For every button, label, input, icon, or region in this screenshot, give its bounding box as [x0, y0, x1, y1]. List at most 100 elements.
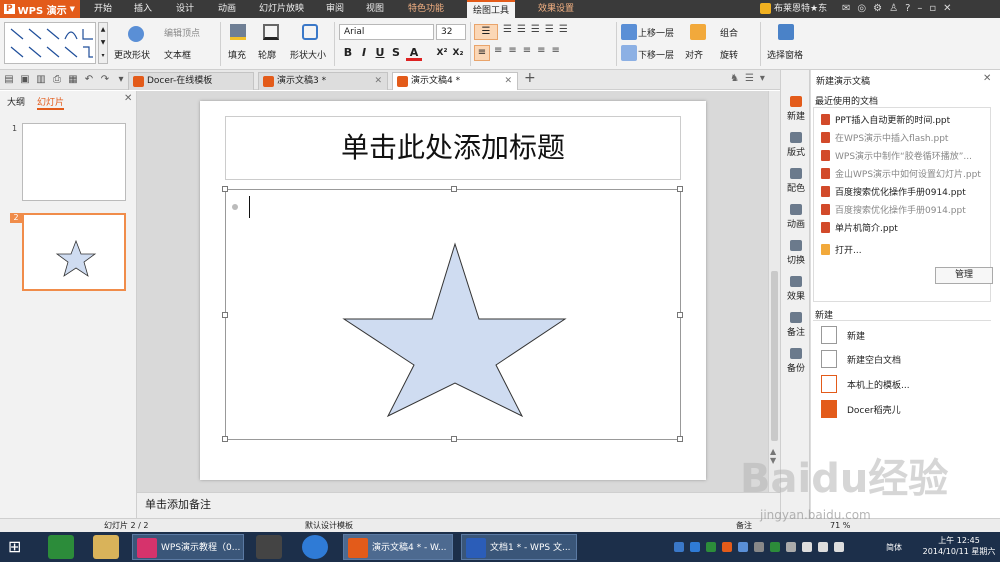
kugou-icon[interactable]	[302, 535, 328, 559]
bold-button[interactable]: B	[340, 45, 356, 61]
more-icon[interactable]: ▾	[114, 73, 128, 87]
tray-icon[interactable]	[722, 542, 732, 552]
doc-tab-presentation3[interactable]: 演示文稿3 * ✕	[258, 72, 388, 90]
skin-icon[interactable]: ◎	[857, 3, 873, 14]
account-name[interactable]: 布莱恩特★东	[774, 0, 827, 18]
tab-effects[interactable]: 效果设置	[532, 0, 580, 18]
resize-handle[interactable]	[222, 436, 228, 442]
font-family-select[interactable]: Arial	[339, 24, 434, 40]
tray-icon[interactable]	[674, 542, 684, 552]
font-color-button[interactable]: A	[406, 45, 422, 61]
file-explorer-icon[interactable]	[93, 535, 119, 559]
minimize-icon[interactable]: –	[917, 3, 929, 14]
resize-handle[interactable]	[451, 186, 457, 192]
align-left-icon[interactable]: ≡	[474, 45, 490, 61]
tab-features[interactable]: 特色功能	[402, 0, 450, 18]
shadow-button[interactable]: S	[388, 45, 404, 61]
task-browser[interactable]: WPS演示教程（0...	[132, 534, 244, 560]
local-template-link[interactable]: 本机上的模板...	[821, 375, 910, 393]
scroll-thumb[interactable]	[771, 271, 778, 441]
new-blank-doc-link[interactable]: 新建空白文档	[821, 350, 901, 368]
windows-start-icon[interactable]: ⊞	[8, 538, 21, 556]
align-tools[interactable]: ≡≡≡≡≡	[494, 45, 566, 56]
side-layout-button[interactable]: 版式	[781, 132, 811, 158]
tab-insert[interactable]: 插入	[128, 0, 158, 18]
doc-tab-docer[interactable]: Docer-在线模板	[128, 72, 254, 90]
print-icon[interactable]: ⎙	[50, 73, 64, 87]
export-icon[interactable]: ▥	[34, 73, 48, 87]
side-effects-button[interactable]: 效果	[781, 276, 811, 302]
flag-icon[interactable]	[834, 542, 844, 552]
recent-file[interactable]: 百度搜索优化操作手册0914.ppt	[821, 185, 966, 198]
align-button[interactable]: 对齐	[685, 48, 703, 61]
superscript-button[interactable]: X²	[434, 45, 450, 61]
settings-icon[interactable]: ⚙	[873, 3, 889, 14]
close-tab-icon[interactable]: ✕	[374, 73, 382, 89]
save-icon[interactable]: ▣	[18, 73, 32, 87]
resize-handle[interactable]	[222, 312, 228, 318]
app-menu-button[interactable]: P WPS 演示 ▼	[0, 0, 80, 18]
change-shape-button[interactable]: 更改形状	[114, 48, 150, 61]
docer-link[interactable]: Docer稻壳儿	[821, 400, 901, 418]
tab-tools[interactable]: ♞☰▾	[730, 73, 771, 84]
group-button[interactable]: 组合	[720, 26, 738, 39]
selection-pane-button[interactable]: 选择窗格	[767, 48, 803, 61]
redo-icon[interactable]: ↷	[98, 73, 112, 87]
paragraph-tools[interactable]: ☰☰☰☰☰	[503, 24, 573, 35]
text-box-button[interactable]: 文本框	[164, 48, 191, 61]
app-launcher-icon[interactable]	[48, 535, 74, 559]
title-placeholder[interactable]: 单击此处添加标题	[225, 116, 681, 180]
fill-button[interactable]: 填充	[228, 48, 246, 61]
outline-button[interactable]: 轮廓	[258, 48, 276, 61]
close-panel-icon[interactable]: ✕	[124, 93, 132, 104]
recent-file[interactable]: PPT插入自动更新的时间.ppt	[821, 113, 950, 126]
sublime-icon[interactable]	[256, 535, 282, 559]
slide-thumbnail-1[interactable]	[22, 123, 126, 201]
tab-slideshow[interactable]: 幻灯片放映	[253, 0, 310, 18]
task-wps-presentation[interactable]: 演示文稿4 * - W...	[343, 534, 453, 560]
vertical-scrollbar[interactable]: ▲ ▼	[768, 91, 780, 492]
restore-icon[interactable]: ▫	[929, 3, 943, 14]
resize-handle[interactable]	[451, 436, 457, 442]
tray-icon[interactable]	[706, 542, 716, 552]
open-file-link[interactable]: 打开...	[821, 243, 862, 256]
shape-size-button[interactable]: 形状大小	[290, 48, 326, 61]
open-icon[interactable]: ▤	[2, 73, 16, 87]
star-shape[interactable]	[226, 190, 682, 441]
tray-icon[interactable]	[786, 542, 796, 552]
content-placeholder[interactable]	[222, 186, 683, 442]
gallery-scroll[interactable]: ▲ ▼ ▾	[98, 22, 108, 64]
help-icon[interactable]: ?	[905, 3, 917, 14]
font-size-select[interactable]: 32	[436, 24, 466, 40]
close-icon[interactable]: ✕	[943, 3, 958, 14]
tab-view[interactable]: 视图	[360, 0, 390, 18]
recent-file[interactable]: 单片机简介.ppt	[821, 221, 898, 234]
side-notes-button[interactable]: 备注	[781, 312, 811, 338]
side-backup-button[interactable]: 备份	[781, 348, 811, 374]
tab-home[interactable]: 开始	[88, 0, 118, 18]
preview-icon[interactable]: ▦	[66, 73, 80, 87]
recent-file[interactable]: 金山WPS演示中如何设置幻灯片.ppt	[821, 167, 981, 180]
network-icon[interactable]	[802, 542, 812, 552]
side-new-button[interactable]: 新建	[781, 96, 811, 122]
new-presentation-link[interactable]: 新建	[821, 326, 865, 344]
undo-icon[interactable]: ↶	[82, 73, 96, 87]
close-tab-icon[interactable]: ✕	[504, 73, 512, 89]
notes-toggle[interactable]: 备注	[736, 519, 752, 532]
doc-tab-presentation4[interactable]: 演示文稿4 * ✕	[392, 72, 518, 90]
slide-thumbnail-2[interactable]	[22, 213, 126, 291]
tray-icon[interactable]	[738, 542, 748, 552]
new-tab-icon[interactable]: +	[524, 70, 536, 86]
side-transition-button[interactable]: 切换	[781, 240, 811, 266]
task-wps-writer[interactable]: 文档1 * - WPS 文...	[461, 534, 577, 560]
tab-slides[interactable]: 幻灯片	[37, 95, 65, 110]
tab-outline[interactable]: 大纲	[7, 95, 25, 108]
user-avatar-icon[interactable]	[760, 3, 771, 14]
edit-vertex-button[interactable]: 编辑顶点	[164, 26, 200, 39]
resize-handle[interactable]	[677, 436, 683, 442]
tray-icon[interactable]	[690, 542, 700, 552]
tab-animation[interactable]: 动画	[212, 0, 242, 18]
pane-pin-icon[interactable]: ✕	[983, 73, 991, 84]
shirt-icon[interactable]: ♙	[889, 3, 905, 14]
tab-drawing-tools[interactable]: 绘图工具	[467, 0, 516, 18]
